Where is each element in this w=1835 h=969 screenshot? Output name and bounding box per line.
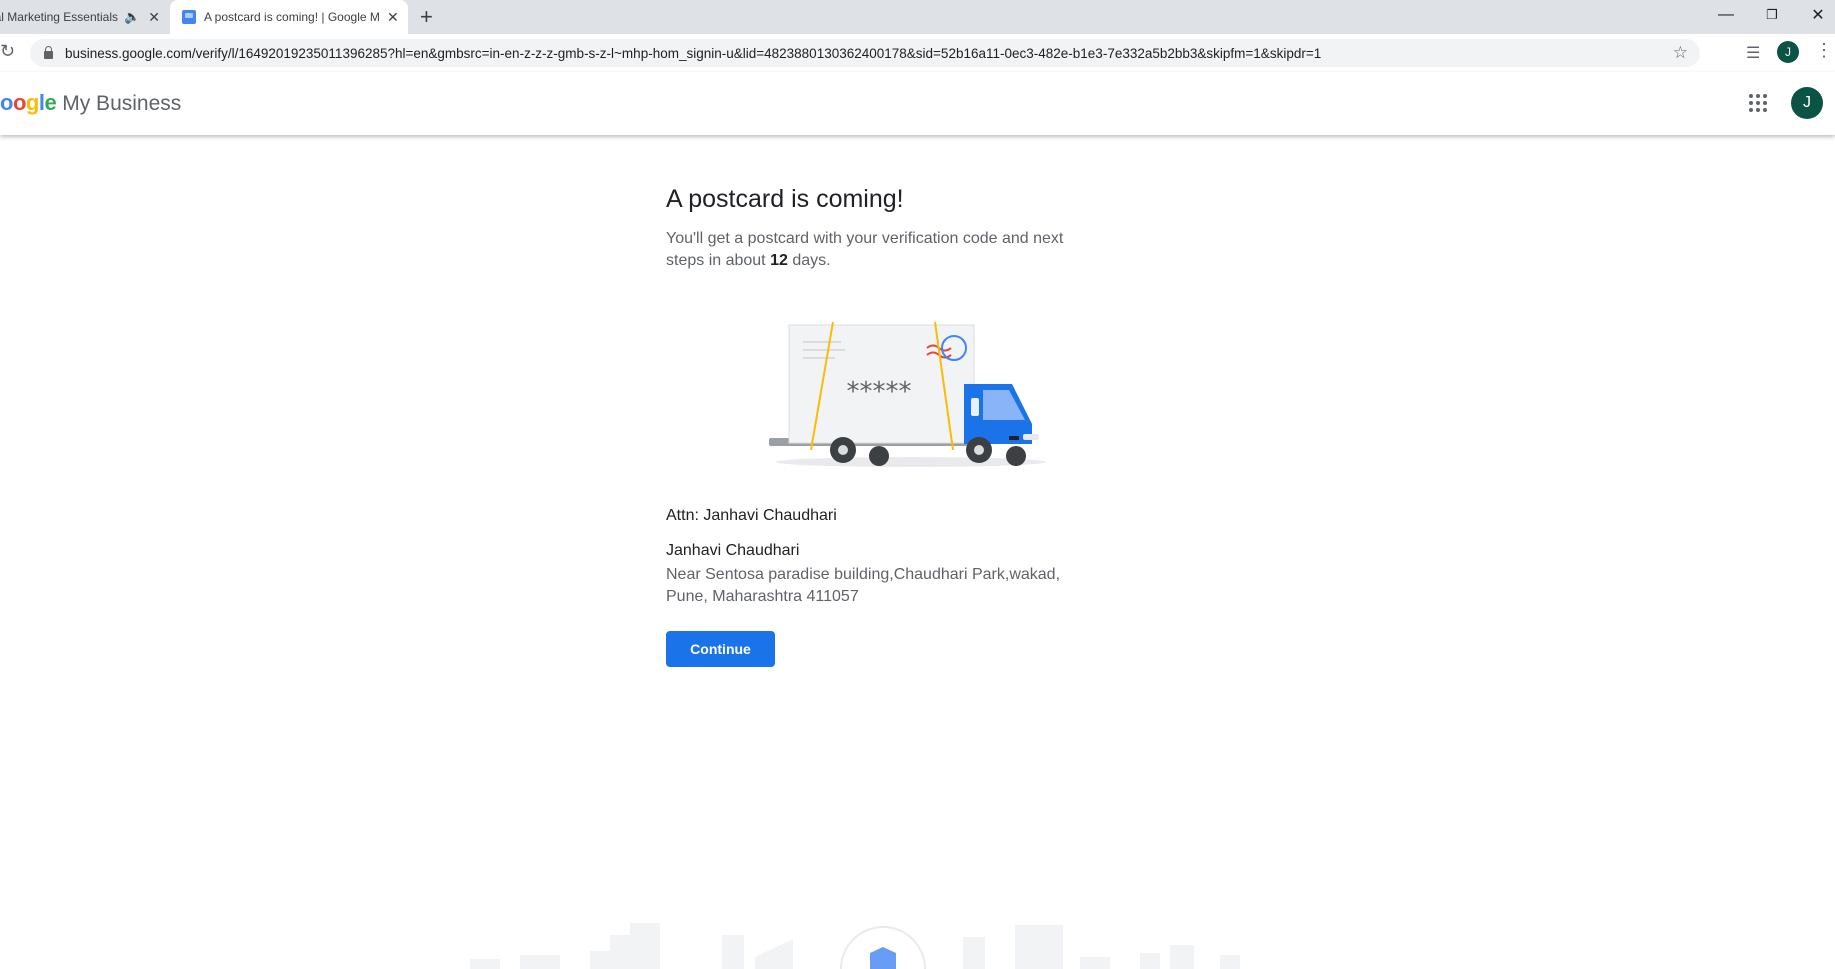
description: You'll get a postcard with your verifica… [666,230,1064,269]
postcard-truck-illustration: ***** [769,321,1046,467]
product-name: My Business [62,92,182,115]
google-wordmark: oogle [0,90,57,115]
menu-icon[interactable]: ⋮ [1815,40,1833,61]
gmb-logo[interactable]: oogle My Business [0,90,181,116]
address-bar[interactable]: business.google.com/verify/l/16492019235… [30,39,1700,67]
close-window-icon[interactable]: ✕ [1795,0,1835,30]
profile-avatar[interactable]: J [1777,41,1799,63]
tab-digital-marketing[interactable]: Digital Marketing Essentials 🔈 ✕ [0,0,170,34]
bookmark-star-icon[interactable]: ☆ [1673,43,1688,63]
new-tab-icon[interactable]: + [420,4,433,30]
reload-icon[interactable]: ↻ [0,41,15,62]
tab-title: A postcard is coming! | Google My Busine… [204,10,379,24]
lock-icon [44,46,53,59]
verification-panel: A postcard is coming! You'll get a postc… [666,185,1116,667]
recipient-name: Janhavi Chaudhari [666,542,800,559]
browser-toolbar: ↻ business.google.com/verify/l/164920192… [0,34,1835,73]
gmb-favicon-icon [182,10,196,24]
account-avatar[interactable]: J [1791,87,1823,119]
tab-postcard[interactable]: A postcard is coming! | Google My Busine… [170,0,408,34]
url-text[interactable]: business.google.com/verify/l/16492019235… [65,46,1685,61]
days-count: 12 [770,252,788,269]
postcard-code: ***** [847,377,912,407]
speaker-icon[interactable]: 🔈 [124,9,140,25]
continue-button[interactable]: Continue [666,631,775,667]
tab-title: Digital Marketing Essentials [0,10,118,24]
close-tab-icon[interactable]: ✕ [148,9,160,26]
attn-line: Attn: Janhavi Chaudhari [666,507,837,524]
media-queue-icon[interactable]: ☰ [1746,43,1760,63]
app-header: oogle My Business J [0,72,1835,135]
minimize-icon[interactable]: — [1703,0,1749,30]
browser-tab-strip: Digital Marketing Essentials 🔈 ✕ A postc… [0,0,1835,34]
restore-icon[interactable]: ❐ [1749,0,1795,30]
close-tab-icon[interactable]: ✕ [387,9,399,26]
page-title: A postcard is coming! [666,185,904,213]
recipient-address: Near Sentosa paradise building,Chaudhari… [666,566,1061,605]
google-apps-icon[interactable] [1749,94,1767,112]
skyline-decoration [470,923,1240,969]
